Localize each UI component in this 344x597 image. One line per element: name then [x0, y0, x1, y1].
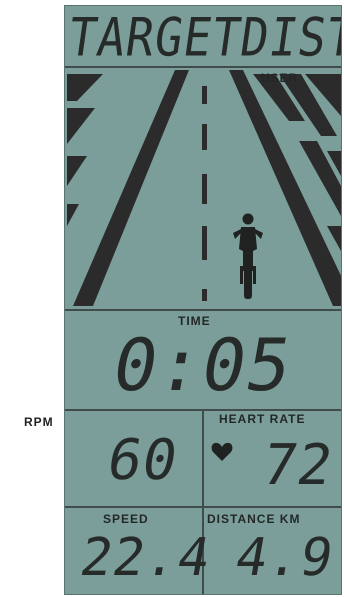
title-right-text: DIST	[236, 5, 342, 69]
heart-icon	[211, 442, 233, 461]
time-readout: 0:05	[65, 323, 341, 407]
heart-rate-label: HEART RATE	[219, 412, 306, 426]
title-left-text: TARGET	[64, 5, 246, 69]
lcd-display-panel: TARGET DIST USER TIME 0:05 60 HEART RATE…	[64, 5, 342, 595]
speed-readout: 22.4	[65, 524, 216, 592]
road-track-graphic	[67, 70, 341, 306]
user-label: USER	[261, 71, 299, 85]
time-value: 0:05	[106, 323, 300, 407]
distance-readout: 4.9	[204, 524, 341, 592]
rpm-readout: 60	[65, 416, 202, 506]
speed-value: 22.4	[75, 528, 216, 588]
divider	[65, 309, 341, 311]
rpm-side-label: RPM	[24, 415, 54, 429]
heart-rate-value: 72	[256, 433, 338, 498]
cyclist-icon	[233, 213, 263, 299]
divider	[65, 506, 341, 508]
heart-rate-readout: 72	[240, 426, 340, 506]
rpm-value: 60	[102, 428, 184, 493]
program-title: TARGET DIST	[65, 5, 342, 69]
distance-value: 4.9	[230, 528, 339, 588]
